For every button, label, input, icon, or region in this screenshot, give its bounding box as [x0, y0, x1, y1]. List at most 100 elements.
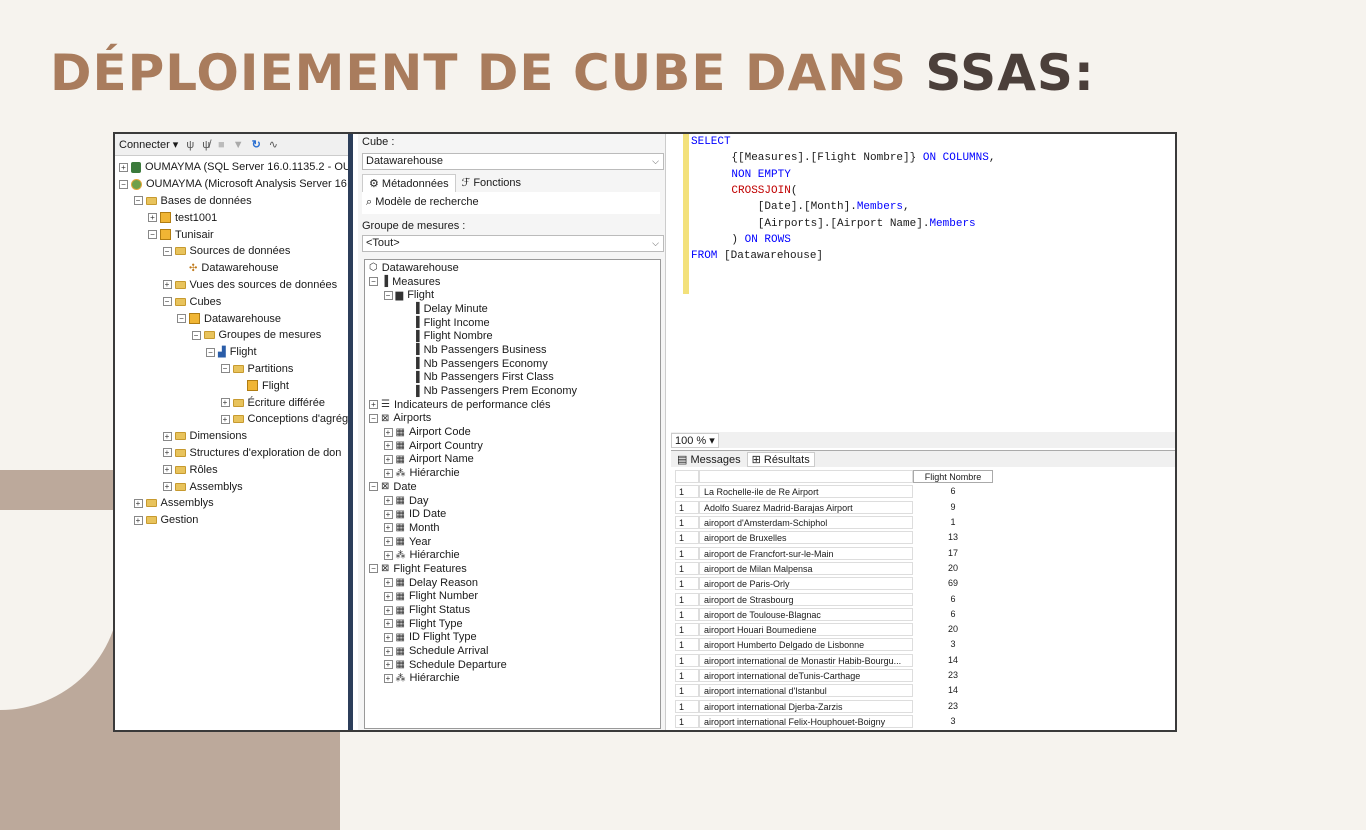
tree-node[interactable]: + Structures d'exploration de don [115, 445, 348, 462]
tree-node[interactable]: + Vues des sources de données [115, 277, 348, 294]
metadata-node[interactable]: + ▦ ID Date [365, 507, 660, 521]
tree-node[interactable]: − Tunisair [115, 226, 348, 243]
table-row[interactable]: 1 airoport de Bruxelles 13 [675, 530, 993, 545]
grid-cell-airport[interactable]: airoport Houari Boumediene [699, 623, 913, 637]
metadata-node[interactable]: + ▦ Schedule Arrival [365, 644, 660, 658]
metadata-node[interactable]: + ▦ Flight Number [365, 590, 660, 604]
mdx-query-editor[interactable]: SELECT {[Measures].[Flight Nombre]} ON C… [671, 134, 1175, 432]
expand-icon[interactable]: + [133, 515, 143, 525]
metadata-node[interactable]: ▐ Nb Passengers Business [365, 343, 660, 357]
tree-node[interactable]: − Partitions [115, 361, 348, 378]
grid-header-flight-nombre[interactable]: Flight Nombre [913, 470, 993, 484]
grid-cell-value[interactable]: 23 [913, 669, 993, 682]
table-row[interactable]: 1 airoport international Djerba-Zarzis 23 [675, 698, 993, 713]
grid-cell-month[interactable]: 1 [675, 516, 699, 530]
metadata-node[interactable]: + ☰ Indicateurs de performance clés [365, 398, 660, 412]
tree-node[interactable]: + Rôles [115, 461, 348, 478]
expand-icon[interactable]: + [220, 398, 230, 408]
tree-node[interactable]: + Écriture différée [115, 394, 348, 411]
grid-cell-airport[interactable]: airoport international Felix-Houphouet-B… [699, 714, 913, 728]
metadata-node[interactable]: ▐ Nb Passengers Economy [365, 357, 660, 371]
grid-cell-airport[interactable]: airoport Humberto Delgado de Lisbonne [699, 638, 913, 652]
grid-cell-month[interactable]: 1 [675, 669, 699, 682]
refresh-icon[interactable]: ↻ [252, 138, 261, 151]
expand-icon[interactable]: + [162, 465, 172, 475]
grid-cell-value[interactable]: 3 [913, 638, 993, 651]
tree-node[interactable]: − Groupes de mesures [115, 327, 348, 344]
expand-icon[interactable]: + [162, 280, 172, 290]
collapse-icon[interactable]: − [220, 364, 230, 374]
grid-cell-value[interactable]: 14 [913, 654, 993, 667]
grid-cell-airport[interactable]: airoport international d'Istanbul [699, 684, 913, 698]
grid-cell-month[interactable]: 1 [675, 577, 699, 591]
grid-cell-airport[interactable]: Adolfo Suarez Madrid-Barajas Airport [699, 500, 913, 514]
expand-icon[interactable]: + [133, 498, 143, 508]
tree-node[interactable]: + Conceptions d'agrég [115, 411, 348, 428]
expand-icon[interactable]: + [119, 162, 128, 172]
metadata-node[interactable]: − ⊠ Date [365, 480, 660, 494]
collapse-icon[interactable]: − [369, 413, 378, 423]
grid-cell-value[interactable]: 69 [913, 577, 993, 590]
expand-icon[interactable]: + [383, 496, 393, 506]
collapse-icon[interactable]: − [383, 290, 393, 300]
grid-cell-value[interactable]: 17 [913, 547, 993, 560]
grid-cell-value[interactable]: 23 [913, 700, 993, 713]
metadata-node[interactable]: ▐ Flight Nombre [365, 329, 660, 343]
metadata-node[interactable]: + ⁂ Hiérarchie [365, 672, 660, 686]
grid-cell-value[interactable]: 1 [913, 516, 993, 529]
table-row[interactable]: 1 airoport international d'Istanbul 14 [675, 683, 993, 698]
table-row[interactable]: 1 airoport international de Monastir Habi… [675, 653, 993, 668]
collapse-icon[interactable]: − [177, 314, 186, 324]
grid-cell-airport[interactable]: airoport de Francfort-sur-le-Main [699, 546, 913, 560]
collapse-icon[interactable]: − [148, 230, 157, 240]
metadata-node[interactable]: ▐ Flight Income [365, 316, 660, 330]
expand-icon[interactable]: + [162, 482, 172, 492]
grid-cell-month[interactable]: 1 [675, 699, 699, 713]
expand-icon[interactable]: + [383, 578, 393, 588]
metadata-node[interactable]: + ⁂ Hiérarchie [365, 466, 660, 480]
table-row[interactable]: 1 airoport de Milan Malpensa 20 [675, 561, 993, 576]
tree-node[interactable]: + Assemblys [115, 495, 348, 512]
table-row[interactable]: 1 Adolfo Suarez Madrid-Barajas Airport 9 [675, 500, 993, 515]
tab-metadata[interactable]: ⚙ Métadonnées [362, 174, 456, 192]
collapse-icon[interactable]: − [162, 297, 172, 307]
grid-cell-value[interactable]: 20 [913, 623, 993, 636]
grid-cell-airport[interactable]: airoport de Milan Malpensa [699, 561, 913, 575]
metadata-node[interactable]: + ▦ Delay Reason [365, 576, 660, 590]
tree-node[interactable]: + OUMAYMA (SQL Server 16.0.1135.2 - OU [115, 159, 348, 176]
expand-icon[interactable]: + [383, 660, 393, 670]
grid-cell-value[interactable]: 14 [913, 684, 993, 697]
table-row[interactable]: 1 airoport de Strasbourg 6 [675, 591, 993, 606]
metadata-node[interactable]: + ▦ Day [365, 494, 660, 508]
expand-icon[interactable]: + [162, 431, 172, 441]
expand-icon[interactable]: + [383, 454, 393, 464]
collapse-icon[interactable]: − [133, 196, 143, 206]
table-row[interactable]: 1 La Rochelle-ile de Re Airport 6 [675, 484, 993, 499]
stop-icon[interactable]: ■ [218, 139, 225, 151]
grid-cell-value[interactable]: 13 [913, 531, 993, 544]
grid-cell-airport[interactable]: La Rochelle-ile de Re Airport [699, 485, 913, 499]
tree-node[interactable]: − Datawarehouse [115, 310, 348, 327]
tab-results[interactable]: ⊞ Résultats [746, 451, 815, 467]
grid-cell-value[interactable]: 9 [913, 501, 993, 514]
tree-node[interactable]: ✣ Datawarehouse [115, 260, 348, 277]
expand-icon[interactable]: + [383, 605, 393, 615]
tree-node[interactable]: + Gestion [115, 512, 348, 529]
grid-cell-month[interactable]: 1 [675, 653, 699, 667]
grid-cell-airport[interactable]: airoport de Bruxelles [699, 531, 913, 545]
grid-cell-month[interactable]: 1 [675, 500, 699, 514]
filter-icon[interactable]: ▼ [233, 139, 244, 151]
metadata-node[interactable]: + ▦ Schedule Departure [365, 658, 660, 672]
metadata-node[interactable]: + ▦ Flight Status [365, 603, 660, 617]
grid-cell-month[interactable]: 1 [675, 546, 699, 560]
grid-cell-airport[interactable]: airoport international Djerba-Zarzis [699, 699, 913, 713]
grid-cell-month[interactable]: 1 [675, 485, 699, 499]
expand-icon[interactable]: + [220, 414, 230, 424]
expand-icon[interactable]: + [383, 632, 393, 642]
grid-cell-month[interactable]: 1 [675, 714, 699, 728]
metadata-node[interactable]: − ⊠ Airports [365, 412, 660, 426]
metadata-node[interactable]: + ▦ Airport Country [365, 439, 660, 453]
tree-node[interactable]: Flight [115, 377, 348, 394]
table-row[interactable]: 1 airoport Humberto Delgado de Lisbonne 3 [675, 637, 993, 652]
table-row[interactable]: 1 airoport de Francfort-sur-le-Main 17 [675, 545, 993, 560]
